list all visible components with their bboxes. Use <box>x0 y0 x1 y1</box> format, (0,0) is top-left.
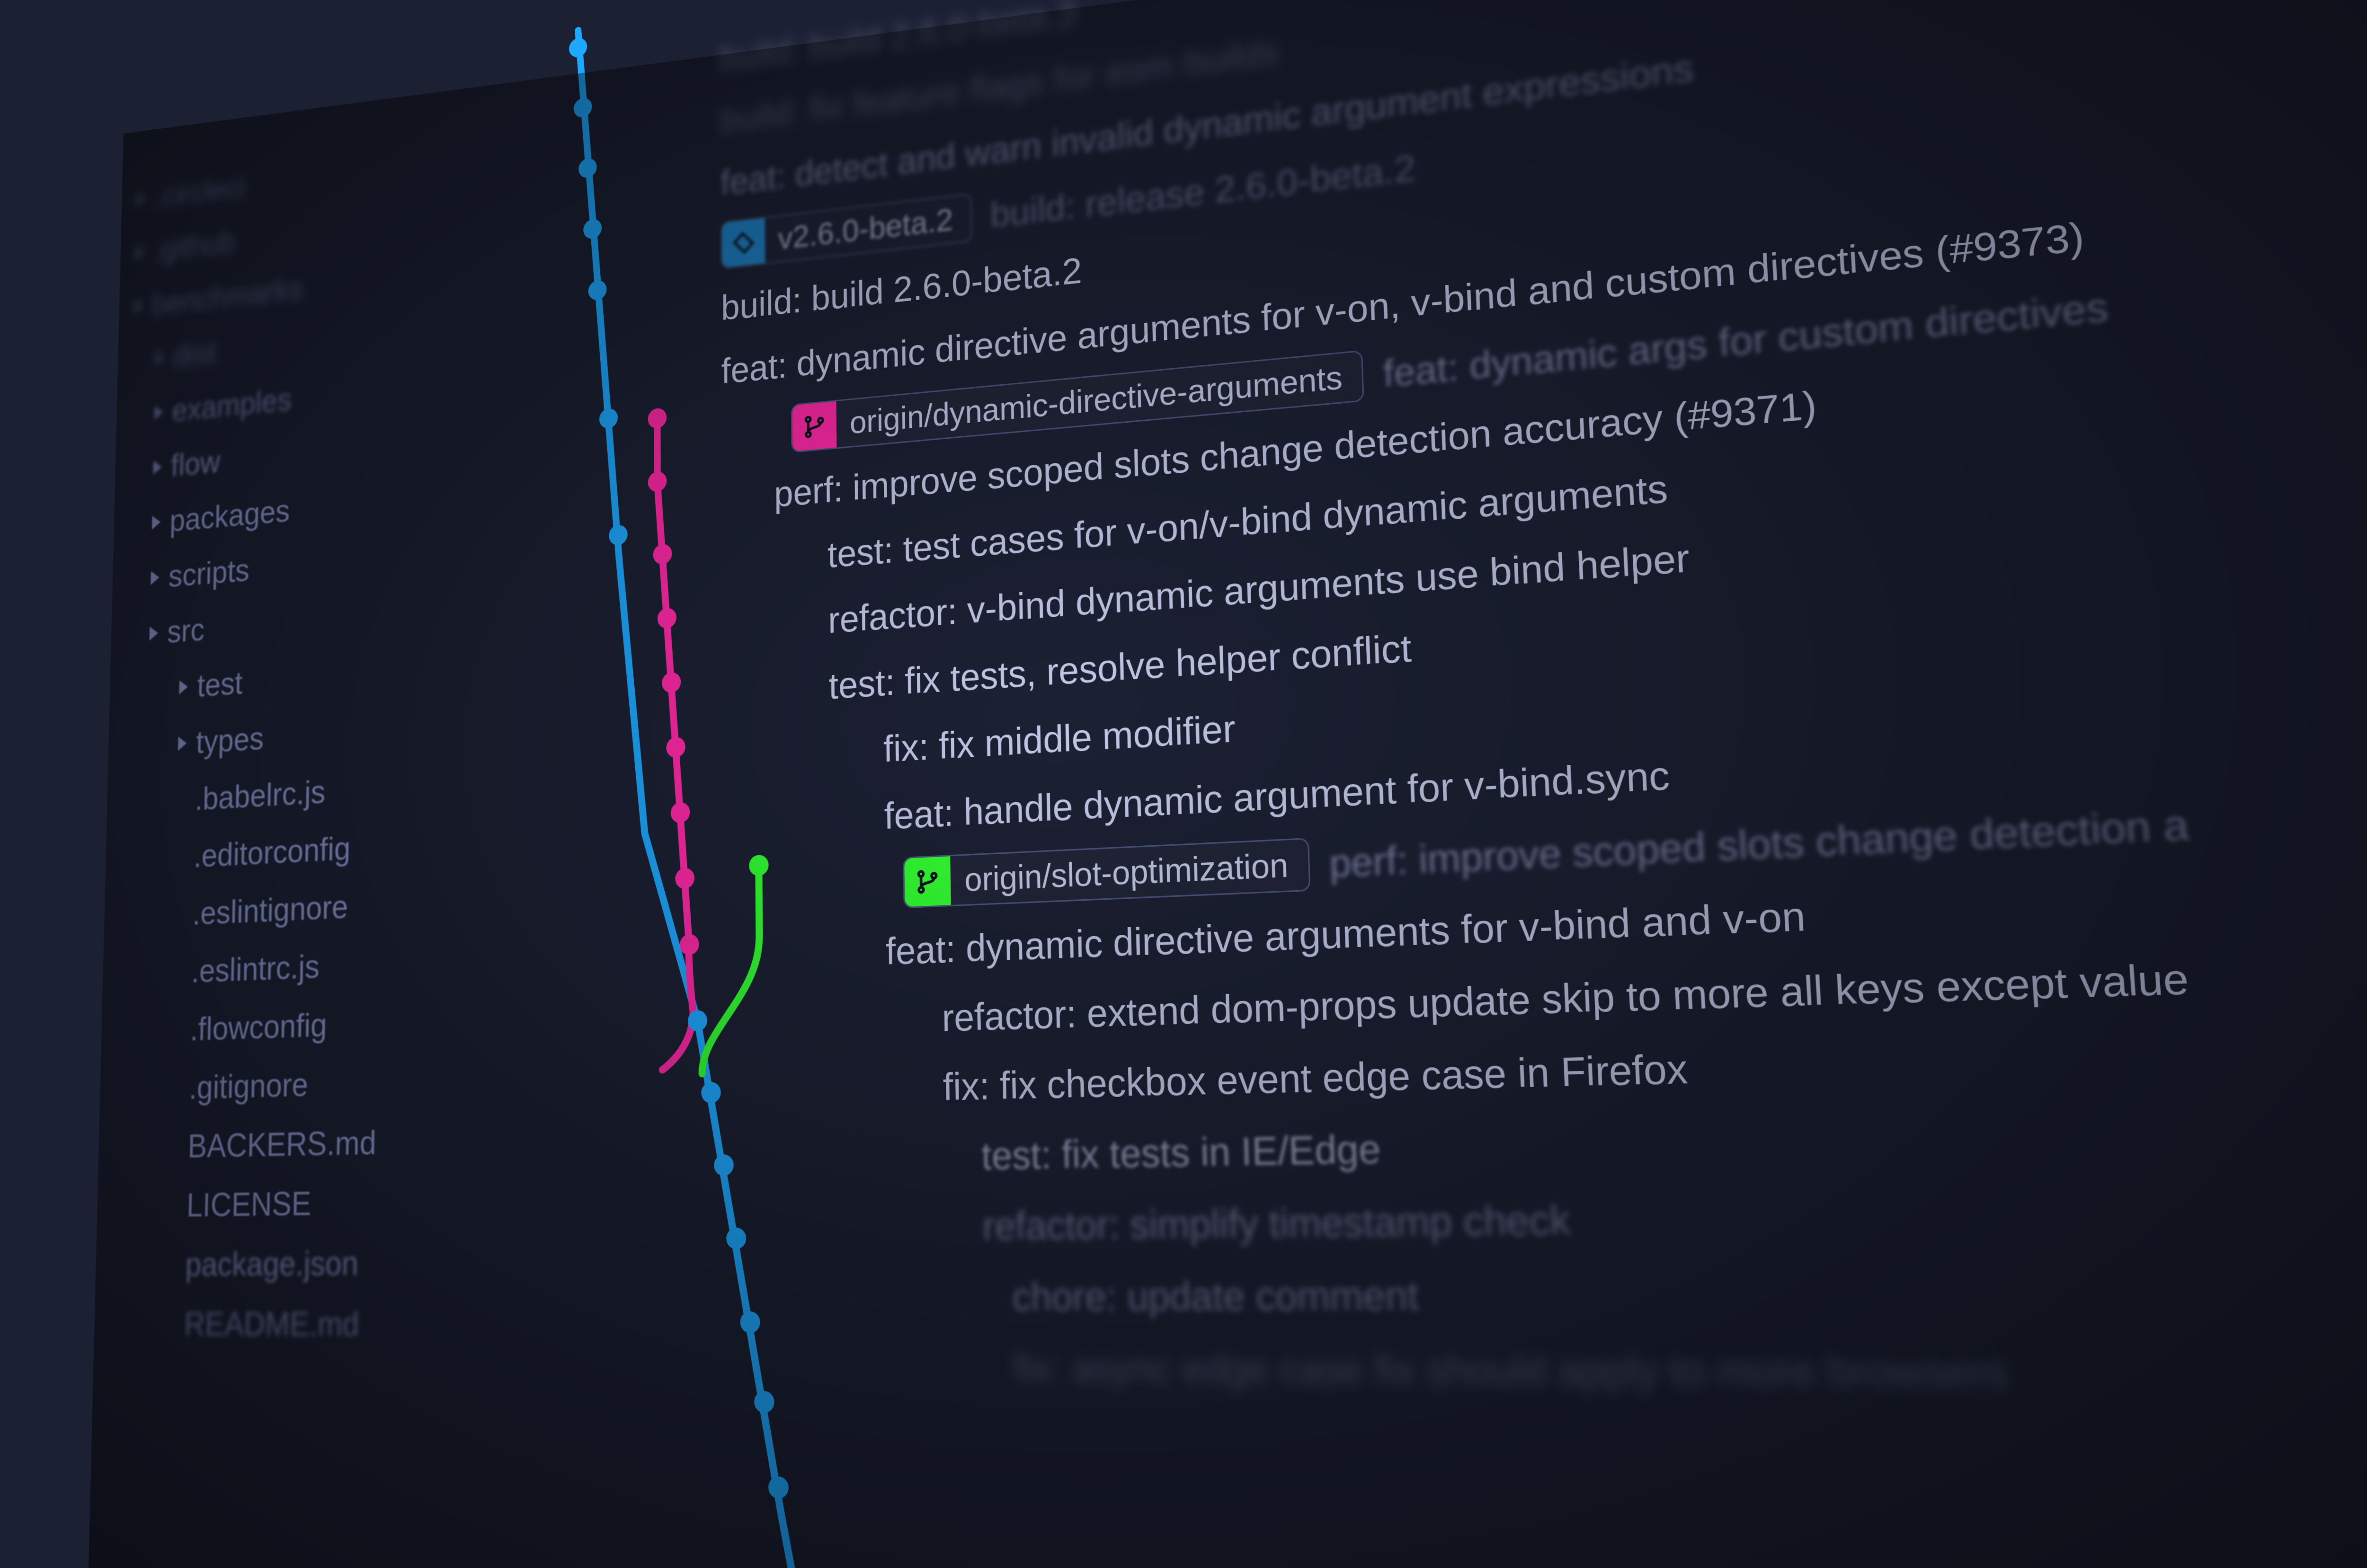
spacer <box>167 1258 176 1272</box>
tree-label: .eslintrc.js <box>191 948 320 990</box>
tree-label: benchmarks <box>151 270 303 322</box>
tree-label: package.json <box>185 1244 359 1284</box>
chevron-right-icon <box>153 460 162 475</box>
tag-icon <box>722 218 765 268</box>
chevron-right-icon <box>137 192 145 206</box>
tree-label: .editorconfig <box>193 830 350 875</box>
chevron-right-icon <box>151 570 160 585</box>
tree-label: examples <box>172 381 292 429</box>
commit-row[interactable]: chore: update comment <box>725 1249 2367 1333</box>
tree-label: BACKERS.md <box>187 1124 376 1165</box>
git-branch-icon <box>904 856 951 907</box>
chevron-right-icon <box>152 515 160 530</box>
tree-file[interactable]: package.json <box>111 1231 523 1294</box>
spacer <box>172 1023 181 1037</box>
tree-label: test <box>197 665 243 704</box>
tree-label: types <box>196 720 264 761</box>
spacer <box>169 1139 178 1154</box>
chevron-right-icon <box>156 351 164 365</box>
tree-label: README.md <box>184 1305 359 1344</box>
tree-label: src <box>167 611 205 650</box>
file-tree[interactable]: .circleci .github benchmarks dist exampl… <box>94 80 529 1355</box>
tree-label: .circleci <box>154 169 246 215</box>
branch-pill[interactable]: origin/slot-optimization <box>903 838 1310 908</box>
tree-label: packages <box>169 493 290 539</box>
chevron-right-icon <box>179 680 188 694</box>
tree-file[interactable]: LICENSE <box>112 1170 524 1236</box>
spacer <box>176 850 185 865</box>
tree-label: .flowconfig <box>190 1006 327 1048</box>
commit-message: fix: async edge case fix should apply to… <box>725 1347 2009 1394</box>
spacer <box>177 793 186 807</box>
tag-label: v2.6.0-beta.2 <box>765 202 971 256</box>
branch-label: origin/slot-optimization <box>950 847 1308 897</box>
chevron-right-icon <box>135 246 144 260</box>
tree-label: .babelrc.js <box>195 773 326 818</box>
spacer <box>174 907 183 922</box>
chevron-right-icon <box>178 736 187 751</box>
chevron-right-icon <box>150 626 159 641</box>
commit-message: fix: fix checkbox event edge case in Fir… <box>724 1048 1689 1111</box>
tree-label: .github <box>152 224 236 268</box>
tree-file[interactable]: README.md <box>109 1293 523 1355</box>
commit-row[interactable]: fix: async edge case fix should apply to… <box>725 1332 2367 1419</box>
tree-label: dist <box>173 335 216 374</box>
git-branch-icon <box>792 401 837 452</box>
spacer <box>166 1317 175 1332</box>
tree-label: flow <box>170 444 221 484</box>
spacer <box>170 1081 179 1096</box>
chevron-right-icon <box>134 299 142 313</box>
tree-file[interactable]: BACKERS.md <box>114 1109 524 1177</box>
chevron-right-icon <box>154 405 163 420</box>
commit-list[interactable]: build: build 2.6.0-beta.3 build: fix fea… <box>720 0 2367 1419</box>
spacer <box>173 965 182 979</box>
tree-file[interactable]: .gitignore <box>115 1049 524 1119</box>
commit-message: refactor: simplify timestamp check <box>725 1199 1571 1248</box>
commit-message: test: fix tests in IE/Edge <box>725 1129 1381 1179</box>
commit-message: chore: update comment <box>725 1275 1420 1317</box>
spacer <box>168 1198 177 1213</box>
tree-label: LICENSE <box>186 1185 311 1224</box>
tree-label: .eslintignore <box>192 888 348 932</box>
tree-label: scripts <box>168 552 249 594</box>
tree-label: .gitignore <box>188 1066 308 1107</box>
